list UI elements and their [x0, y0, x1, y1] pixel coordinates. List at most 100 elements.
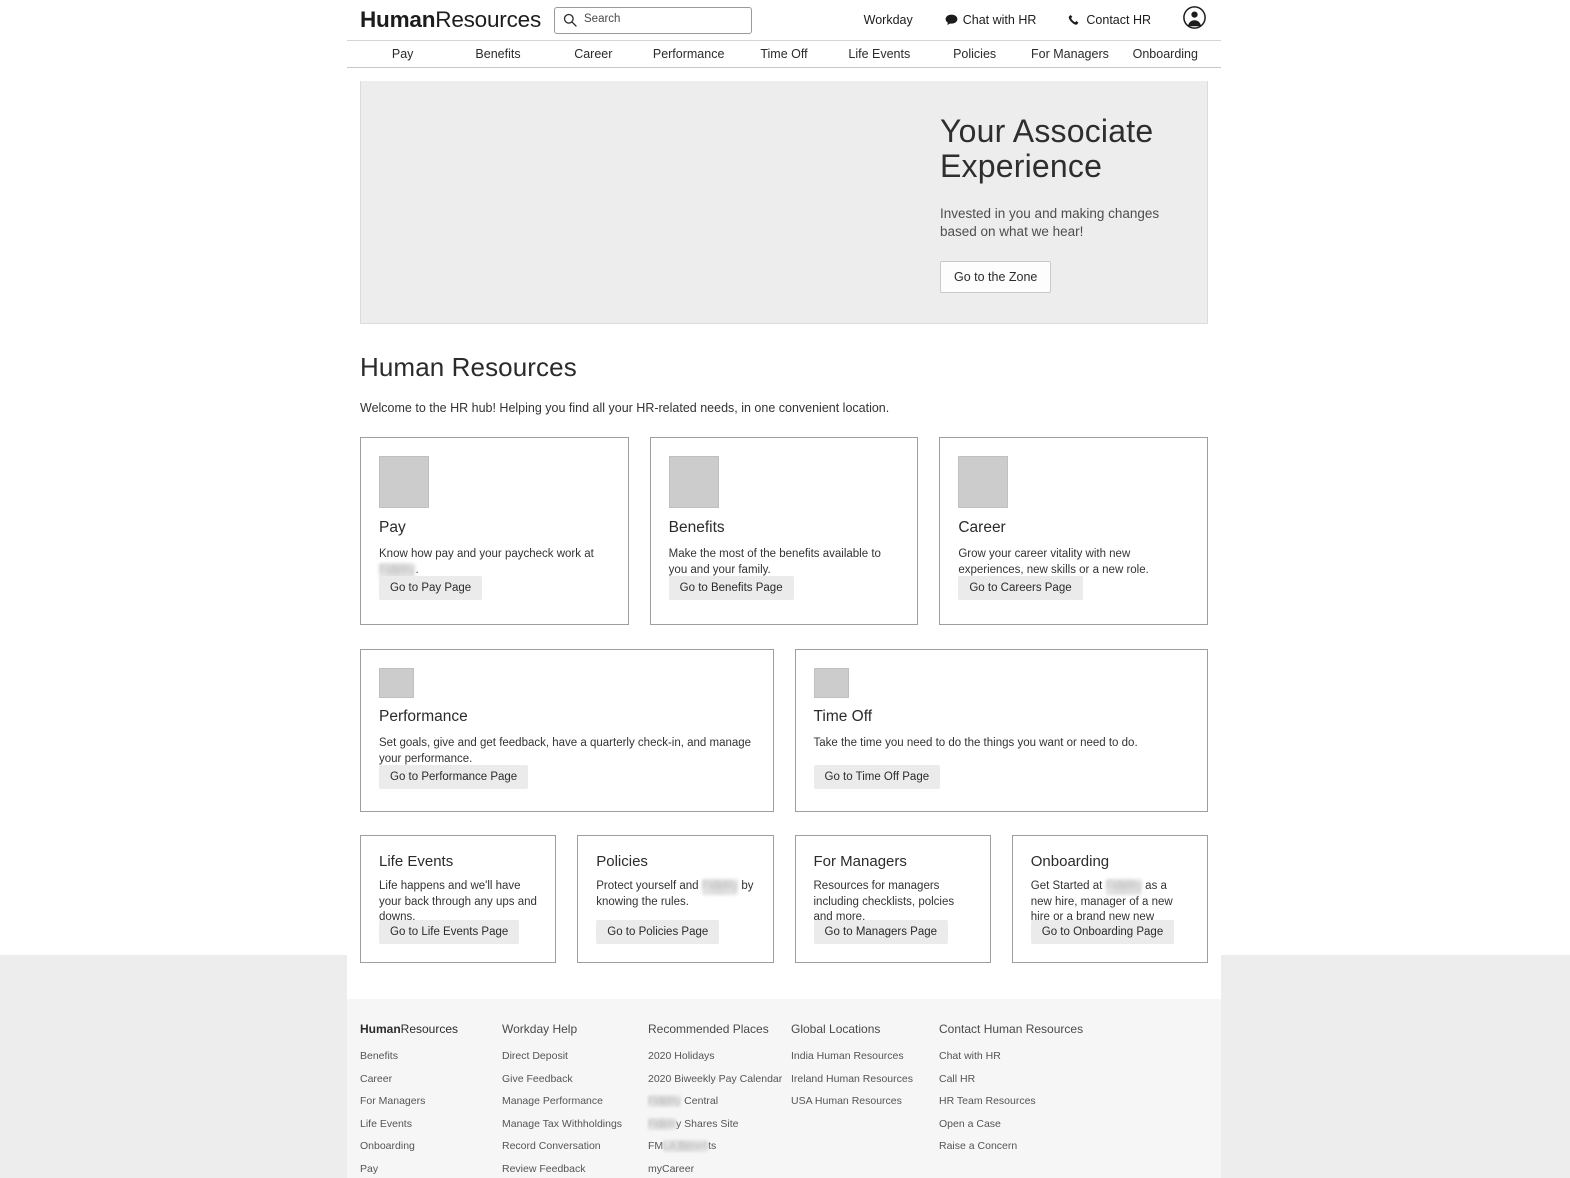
card-cta-button[interactable]: Go to Pay Page — [379, 576, 483, 600]
footer-link[interactable]: Life Events — [360, 1118, 502, 1130]
footer-link[interactable]: 2020 Biweekly Pay Calendar — [648, 1073, 791, 1085]
card-cta-button[interactable]: Go to Time Off Page — [813, 765, 941, 789]
footer-logo-strong: Human — [360, 1022, 401, 1036]
redacted-text: Fidelit — [648, 1117, 677, 1130]
footer-column-heading: Workday Help — [502, 1022, 578, 1036]
footer-columns: HumanResources Benefits Career For Manag… — [360, 1022, 1208, 1178]
nav-item-time-off[interactable]: Time Off — [736, 47, 831, 61]
hero-cta-button[interactable]: Go to the Zone — [940, 260, 1052, 293]
user-avatar-button[interactable] — [1167, 6, 1208, 34]
search-box[interactable]: Search — [554, 6, 753, 34]
card-onboarding[interactable]: Onboarding Get Started at Fidelity as a … — [1011, 835, 1208, 963]
card-career[interactable]: Career Grow your career vitality with ne… — [939, 437, 1209, 625]
hero-banner: Your Associate Experience Invested in yo… — [360, 81, 1208, 324]
nav-item-onboarding[interactable]: Onboarding — [1118, 47, 1213, 61]
nav-item-career[interactable]: Career — [546, 47, 641, 61]
desc-before: Protect yourself and — [596, 880, 702, 892]
footer-link[interactable]: Call HR — [939, 1073, 1083, 1085]
footer-link[interactable]: Open a Case — [939, 1118, 1083, 1130]
footer-link[interactable]: For Managers — [360, 1095, 502, 1107]
footer-link[interactable]: Direct Deposit — [502, 1050, 648, 1062]
redacted-text: Fidelity — [701, 879, 739, 895]
card-image-placeholder — [958, 456, 1009, 508]
phone-icon — [1068, 14, 1081, 27]
footer-link[interactable]: Fidelity Central — [648, 1095, 791, 1107]
page-shell: HumanResources Search Workday Chat with … — [347, 0, 1221, 1178]
footer-link[interactable]: Manage Performance — [502, 1095, 648, 1107]
redacted-text: LA Benefi — [663, 1140, 709, 1152]
footer-link[interactable]: Give Feedback — [502, 1073, 648, 1085]
card-cta-button[interactable]: Go to Policies Page — [596, 920, 720, 944]
footer-link[interactable]: Raise a Concern — [939, 1140, 1083, 1152]
footer-link[interactable]: USA Human Resources — [791, 1095, 939, 1107]
primary-nav: Pay Benefits Career Performance Time Off… — [347, 41, 1221, 68]
card-image-placeholder — [379, 668, 414, 698]
card-policies[interactable]: Policies Protect yourself and Fidelity b… — [577, 835, 774, 963]
nav-item-benefits[interactable]: Benefits — [450, 47, 545, 61]
footer-link[interactable]: myCareer — [648, 1163, 791, 1175]
footer-link[interactable]: Fidelity Shares Site — [648, 1117, 791, 1130]
nav-item-life-events[interactable]: Life Events — [832, 47, 927, 61]
card-time-off[interactable]: Time Off Take the time you need to do th… — [794, 649, 1208, 812]
footer-link[interactable]: India Human Resources — [791, 1050, 939, 1062]
footer-link[interactable]: Career — [360, 1073, 502, 1085]
header-link-chat-with-hr[interactable]: Chat with HR — [929, 13, 1053, 27]
header-link-contact-label: Contact HR — [1086, 13, 1151, 27]
card-title: Pay — [379, 519, 406, 536]
logo-light: Resources — [435, 7, 542, 32]
footer-column-heading: Global Locations — [791, 1022, 881, 1036]
card-performance[interactable]: Performance Set goals, give and get feed… — [360, 649, 774, 812]
nav-item-performance[interactable]: Performance — [641, 47, 736, 61]
link-text: 2020 Holidays — [648, 1050, 715, 1062]
main-content: Human Resources Welcome to the HR hub! H… — [347, 352, 1221, 963]
card-pay[interactable]: Pay Know how pay and your paycheck work … — [360, 437, 629, 625]
search-icon — [563, 13, 577, 27]
footer-logo-light: Resources — [400, 1022, 459, 1036]
nav-item-pay[interactable]: Pay — [355, 47, 450, 61]
link-text: ts — [708, 1140, 717, 1152]
header-link-contact-hr[interactable]: Contact HR — [1052, 13, 1167, 27]
footer-link[interactable]: Pay — [360, 1163, 502, 1175]
footer-link[interactable]: Onboarding — [360, 1140, 502, 1152]
footer-column-contact-human-resources: Contact Human Resources Chat with HR Cal… — [939, 1022, 1083, 1178]
footer-link[interactable]: 2020 Holidays — [648, 1050, 791, 1062]
header-link-workday[interactable]: Workday — [848, 13, 929, 27]
card-cta-button[interactable]: Go to Careers Page — [958, 576, 1083, 600]
link-text: 2020 Biweekly Pay Calendar — [648, 1072, 783, 1085]
page-intro: Welcome to the HR hub! Helping you find … — [360, 401, 890, 415]
footer-link[interactable]: FMLA Benefits — [648, 1140, 791, 1152]
footer-link[interactable]: Manage Tax Withholdings — [502, 1118, 648, 1130]
footer-link[interactable]: Review Feedback — [502, 1163, 648, 1175]
card-cta-button[interactable]: Go to Life Events Page — [379, 920, 520, 944]
search-input[interactable]: Search — [584, 14, 620, 26]
footer-link[interactable]: Ireland Human Resources — [791, 1073, 939, 1085]
nav-item-policies[interactable]: Policies — [927, 47, 1022, 61]
footer-column-heading: Contact Human Resources — [939, 1022, 1084, 1036]
site-logo[interactable]: HumanResources — [360, 7, 541, 33]
card-for-managers[interactable]: For Managers Resources for managers incl… — [794, 835, 991, 963]
nav-item-for-managers[interactable]: For Managers — [1022, 47, 1117, 61]
chat-bubble-icon — [945, 14, 958, 26]
card-cta-button[interactable]: Go to Benefits Page — [668, 576, 794, 600]
footer-link[interactable]: Benefits — [360, 1050, 502, 1062]
hero-title: Your Associate Experience — [940, 113, 1154, 184]
card-cta-button[interactable]: Go to Performance Page — [379, 765, 529, 789]
footer-link[interactable]: HR Team Resources — [939, 1095, 1083, 1107]
footer-link[interactable]: Chat with HR — [939, 1050, 1083, 1062]
footer-column-global-locations: Global Locations India Human Resources I… — [791, 1022, 939, 1178]
card-cta-button[interactable]: Go to Onboarding Page — [1030, 920, 1175, 944]
card-benefits[interactable]: Benefits Make the most of the benefits a… — [649, 437, 919, 625]
footer-link-list: 2020 Holidays 2020 Biweekly Pay Calendar… — [648, 1050, 791, 1178]
desc-before: Life happens and we'll have your back th… — [379, 880, 537, 924]
card-cta-button[interactable]: Go to Managers Page — [813, 920, 949, 944]
desc-before: Set goals, give and get feedback, have a… — [379, 737, 752, 765]
desc-after: . — [415, 563, 419, 576]
footer-link-list: Benefits Career For Managers Life Events… — [360, 1050, 502, 1178]
hero-subtitle: Invested in you and making changes based… — [940, 206, 1160, 239]
site-footer: HumanResources Benefits Career For Manag… — [347, 999, 1221, 1178]
footer-link[interactable]: Record Conversation — [502, 1140, 648, 1152]
card-description: Resources for managers including checkli… — [814, 879, 972, 926]
redacted-text: Fidelity — [1105, 879, 1142, 895]
card-life-events[interactable]: Life Events Life happens and we'll have … — [360, 835, 557, 963]
footer-link-list: Direct Deposit Give Feedback Manage Perf… — [502, 1050, 648, 1178]
